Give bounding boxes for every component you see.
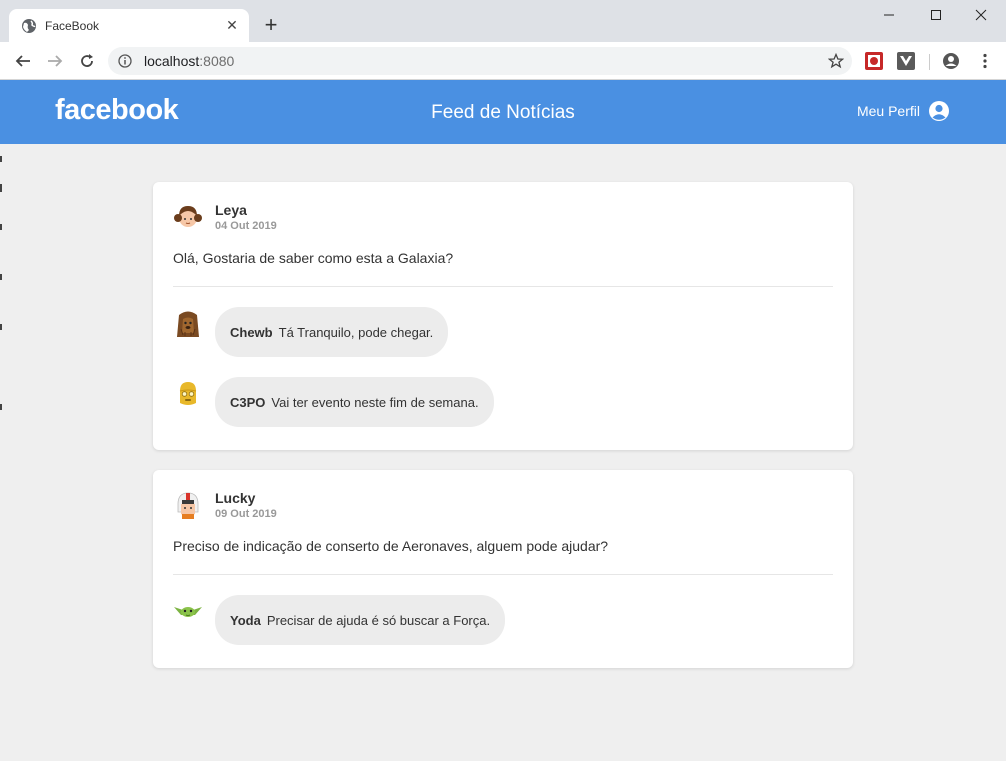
new-tab-button[interactable]: + [260, 14, 282, 36]
comment-text: Vai ter evento neste fim de semana. [271, 394, 479, 410]
reload-button[interactable] [76, 50, 98, 72]
comment-author[interactable]: Chewb [230, 325, 273, 340]
close-icon [975, 9, 987, 21]
post-header: Leya 04 Out 2019 [173, 202, 833, 232]
browser-tab[interactable]: FaceBook ✕ [9, 9, 249, 42]
post-date: 04 Out 2019 [215, 220, 277, 232]
url-port: :8080 [199, 53, 235, 69]
url-host: localhost [144, 53, 200, 69]
back-button[interactable] [12, 50, 34, 72]
comment-bubble: Yoda Precisar de ajuda é só buscar a For… [215, 595, 506, 645]
maximize-button[interactable] [913, 4, 959, 26]
arrow-left-icon [15, 55, 30, 67]
minimize-button[interactable] [866, 4, 912, 26]
c3po-avatar-icon [173, 379, 203, 409]
comment: C3PO Vai ter evento neste fim de semana. [173, 377, 833, 427]
reload-icon [81, 54, 93, 67]
post-divider [173, 286, 833, 287]
account-icon[interactable] [942, 52, 960, 70]
post-card: Lucky 09 Out 2019 Preciso de indicação d… [153, 470, 853, 668]
arrow-right-icon [48, 55, 63, 67]
comment: Yoda Precisar de ajuda é só buscar a For… [173, 595, 833, 645]
profile-link[interactable]: Meu Perfil [857, 100, 950, 122]
profile-label: Meu Perfil [856, 103, 920, 119]
post-content: Preciso de indicação de conserto de Aero… [173, 538, 609, 554]
user-circle-icon [929, 101, 949, 121]
comment-bubble: C3PO Vai ter evento neste fim de semana. [215, 377, 494, 427]
bookmark-star-icon[interactable] [828, 53, 844, 69]
comment-text: Precisar de ajuda é só buscar a Força. [266, 612, 491, 628]
app-header: facebook Feed de Notícias Meu Perfil [0, 80, 1006, 144]
comment-author[interactable]: C3PO [230, 395, 265, 410]
yoda-avatar-icon [173, 597, 203, 627]
post-content: Olá, Gostaria de saber como esta a Galax… [173, 250, 454, 266]
menu-kebab-icon[interactable] [976, 52, 994, 70]
post-date: 09 Out 2019 [215, 508, 277, 520]
page-edge-marks [0, 156, 2, 410]
browser-toolbar: localhost:8080 [0, 42, 1006, 80]
extension-red-icon[interactable] [865, 52, 883, 70]
globe-icon [22, 18, 36, 33]
post-author[interactable]: Lucky [215, 490, 277, 506]
post-header: Lucky 09 Out 2019 [173, 490, 833, 520]
browser-titlebar: FaceBook ✕ + [0, 0, 1006, 42]
forward-button[interactable] [44, 50, 66, 72]
leia-avatar-icon [173, 202, 203, 232]
maximize-icon [931, 10, 941, 20]
close-tab-icon[interactable]: ✕ [223, 17, 241, 35]
minimize-icon [884, 14, 894, 16]
toolbar-separator [929, 54, 930, 70]
tab-title: FaceBook [45, 18, 100, 33]
info-icon[interactable] [118, 54, 132, 68]
url-text: localhost:8080 [144, 53, 234, 69]
address-bar[interactable]: localhost:8080 [108, 47, 852, 75]
luke-pilot-avatar-icon [173, 490, 203, 520]
comment: Chewb Tá Tranquilo, pode chegar. [173, 307, 833, 357]
comment-author[interactable]: Yoda [230, 613, 261, 628]
post-author[interactable]: Leya [215, 202, 277, 218]
chewbacca-avatar-icon [173, 309, 203, 339]
comment-text: Tá Tranquilo, pode chegar. [278, 324, 434, 340]
comment-bubble: Chewb Tá Tranquilo, pode chegar. [215, 307, 449, 357]
window-close-button[interactable] [958, 4, 1004, 26]
post-card: Leya 04 Out 2019 Olá, Gostaria de saber … [153, 182, 853, 450]
post-divider [173, 574, 833, 575]
extension-vue-icon[interactable] [897, 52, 915, 70]
page-title: Feed de Notícias [431, 102, 575, 123]
